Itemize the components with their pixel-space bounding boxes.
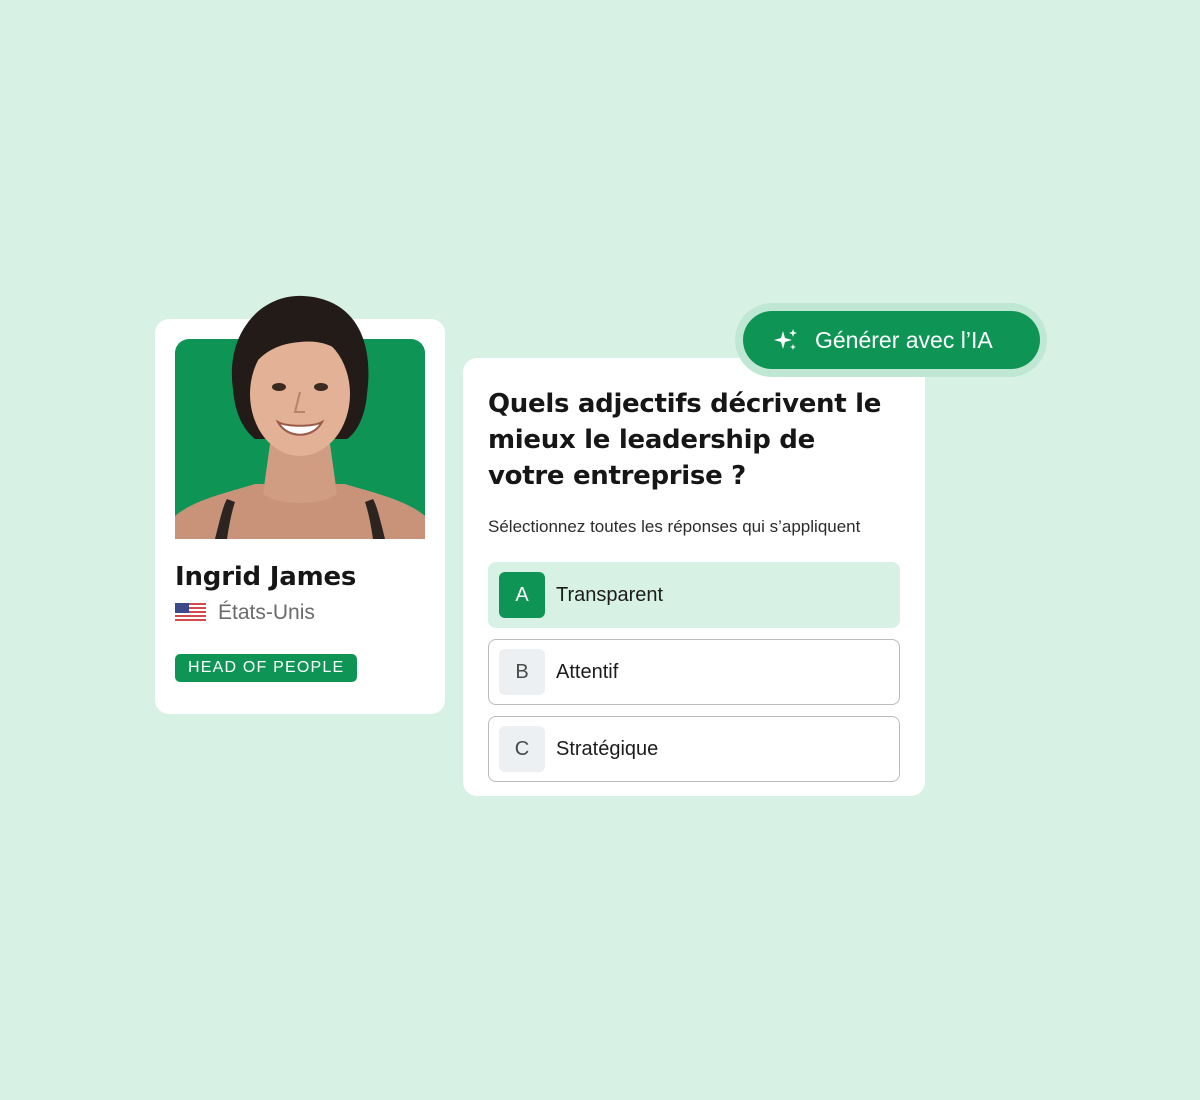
- option-a[interactable]: A Transparent: [488, 562, 900, 628]
- sparkles-icon: [774, 329, 797, 350]
- question-hint: Sélectionnez toutes les réponses qui s’a…: [488, 517, 861, 536]
- stage: Ingrid James États-Unis HEAD OF PEOPLE Q…: [0, 0, 1200, 1100]
- option-letter: A: [499, 572, 545, 618]
- person-name: Ingrid James: [175, 562, 357, 592]
- generate-with-ai-button[interactable]: Générer avec l’IA: [743, 311, 1040, 369]
- generate-with-ai-label: Générer avec l’IA: [815, 326, 993, 353]
- option-b[interactable]: B Attentif: [488, 639, 900, 705]
- country-label: États-Unis: [218, 601, 315, 624]
- portrait-photo: [175, 295, 425, 539]
- option-label: Stratégique: [556, 737, 659, 760]
- role-badge: HEAD OF PEOPLE: [175, 654, 358, 682]
- option-label: Attentif: [556, 660, 619, 683]
- option-label: Transparent: [556, 583, 664, 606]
- option-letter: C: [499, 726, 545, 772]
- country-row: États-Unis: [175, 600, 315, 626]
- us-flag-icon: [175, 603, 206, 623]
- question-title: Quels adjectifs décrivent le mieux le le…: [488, 389, 882, 491]
- option-letter: B: [499, 649, 545, 695]
- option-c[interactable]: C Stratégique: [488, 716, 900, 782]
